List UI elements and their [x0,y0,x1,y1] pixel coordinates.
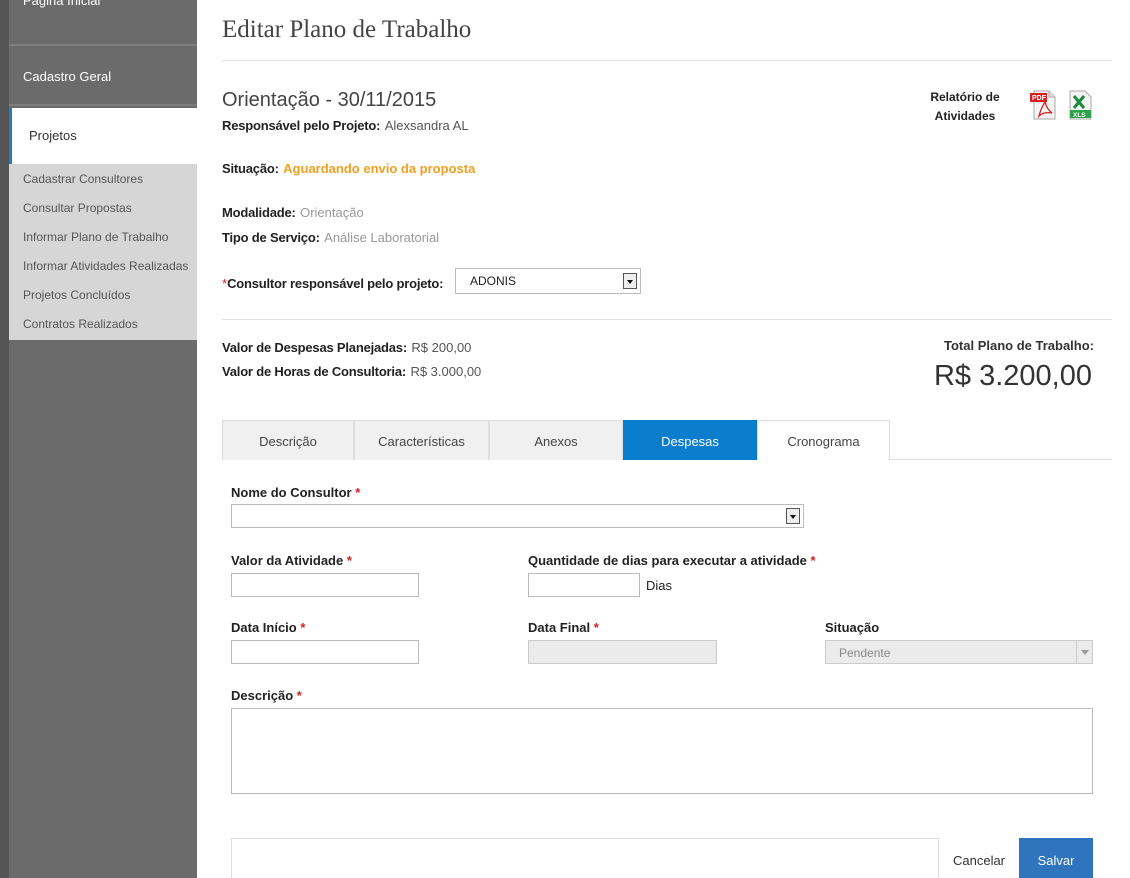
consultor-label: Consultor responsável pelo projeto: [227,276,444,291]
submenu-item-cadastrar-consultores[interactable]: Cadastrar Consultores [9,170,197,199]
xls-icon[interactable]: XLS [1068,90,1092,120]
situacao-select-value: Pendente [839,646,891,660]
nome-consultor-select[interactable] [231,504,804,528]
svg-text:PDF: PDF [1032,95,1047,102]
required-marker: * [593,620,599,635]
responsavel-value: Alexsandra AL [384,118,469,133]
chevron-down-icon[interactable] [623,273,637,289]
tab-cronograma[interactable]: Cronograma [757,420,890,460]
valor-atividade-input[interactable] [231,573,419,597]
project-title: Orientação - 30/11/2015 [222,89,437,111]
qtd-dias-input[interactable] [528,573,640,597]
sidebar-submenu: Cadastrar Consultores Consultar Proposta… [9,164,197,340]
modalidade-row: Modalidade: Orientação [222,204,364,222]
cancel-button[interactable]: Cancelar [938,838,1019,878]
consultor-row: *Consultor responsável pelo projeto: [222,275,443,293]
despesas-label: Valor de Despesas Planejadas: [222,340,407,355]
situacao-label: Situação: [222,161,279,176]
tipo-servico-value: Análise Laboratorial [324,230,440,245]
save-button[interactable]: Salvar [1019,838,1093,878]
submenu-item-atividades-realizadas[interactable]: Informar Atividades Realizadas [9,257,197,286]
sidebar: Página Inicial Cadastro Geral Projetos C… [0,0,197,878]
page-title: Editar Plano de Trabalho [222,16,472,43]
situacao-value: Aguardando envio da proposta [283,161,476,176]
situacao-row: Situação: Aguardando envio da proposta [222,160,475,178]
tab-anexos[interactable]: Anexos [489,420,623,460]
label-text: Data Início [231,620,297,635]
tab-descricao[interactable]: Descrição [222,420,354,460]
chevron-down-icon[interactable] [786,508,800,524]
submenu-item-contratos-realizados[interactable]: Contratos Realizados [9,315,197,344]
submenu-item-consultar-propostas[interactable]: Consultar Propostas [9,199,197,228]
sidebar-item-projetos[interactable]: Projetos [9,108,197,164]
sidebar-item-label: Cadastro Geral [23,69,112,84]
required-marker: * [296,688,302,703]
descricao-label: Descrição * [231,688,302,703]
label-text: Data Final [528,620,591,635]
dias-suffix: Dias [646,578,673,593]
sidebar-item-home[interactable]: Página Inicial [9,0,197,46]
label-text: Nome do Consultor [231,485,352,500]
sidebar-strip [0,0,9,878]
situacao-select: Pendente [825,640,1093,664]
divider [222,319,1112,320]
horas-label: Valor de Horas de Consultoria: [222,364,406,379]
report-label: Relatório de Atividades [930,90,1000,123]
label-text: Valor da Atividade [231,553,344,568]
data-inicio-label: Data Início * [231,620,305,635]
required-marker: * [810,553,816,568]
responsavel-row: Responsável pelo Projeto: Alexsandra AL [222,117,469,135]
sidebar-item-label: Projetos [29,128,77,143]
chevron-down-icon [1076,641,1092,663]
label-text: Quantidade de dias para executar a ativi… [528,553,807,568]
data-inicio-input[interactable] [231,640,419,664]
consultor-select-value: ADONIS [470,274,517,288]
despesas-value: R$ 200,00 [411,340,472,355]
total-value: R$ 3.200,00 [933,360,1092,392]
modalidade-label: Modalidade: [222,205,296,220]
sidebar-item-cadastro[interactable]: Cadastro Geral [9,48,197,106]
descricao-textarea[interactable] [231,708,1093,794]
required-marker: * [355,485,361,500]
modalidade-value: Orientação [300,205,364,220]
required-marker: * [300,620,306,635]
nome-consultor-label: Nome do Consultor * [231,485,360,500]
situacao-field-label: Situação [825,620,880,635]
data-final-label: Data Final * [528,620,599,635]
horas-row: Valor de Horas de Consultoria: R$ 3.000,… [222,363,481,381]
data-final-input [528,640,717,664]
tab-bar: Descrição Características Anexos Despesa… [222,420,1112,460]
required-marker: * [346,553,352,568]
valor-atividade-label: Valor da Atividade * [231,553,352,568]
tab-despesas[interactable]: Despesas [623,420,757,460]
tipo-servico-row: Tipo de Serviço: Análise Laboratorial [222,229,439,247]
consultor-select[interactable]: ADONIS [455,268,641,294]
responsavel-label: Responsável pelo Projeto: [222,118,381,133]
tab-caracteristicas[interactable]: Características [354,420,489,460]
sidebar-item-label: Página Inicial [23,0,101,8]
total-label: Total Plano de Trabalho: [944,338,1094,353]
pdf-icon[interactable]: PDF [1030,90,1057,120]
divider [222,60,1112,61]
despesas-row: Valor de Despesas Planejadas: R$ 200,00 [222,339,471,357]
tipo-servico-label: Tipo de Serviço: [222,230,320,245]
submenu-item-plano-trabalho[interactable]: Informar Plano de Trabalho [9,228,197,257]
submenu-item-projetos-concluidos[interactable]: Projetos Concluídos [9,286,197,315]
svg-text:XLS: XLS [1073,112,1086,119]
label-text: Descrição [231,688,294,703]
horas-value: R$ 3.000,00 [410,364,482,379]
qtd-dias-label: Quantidade de dias para executar a ativi… [528,553,816,568]
